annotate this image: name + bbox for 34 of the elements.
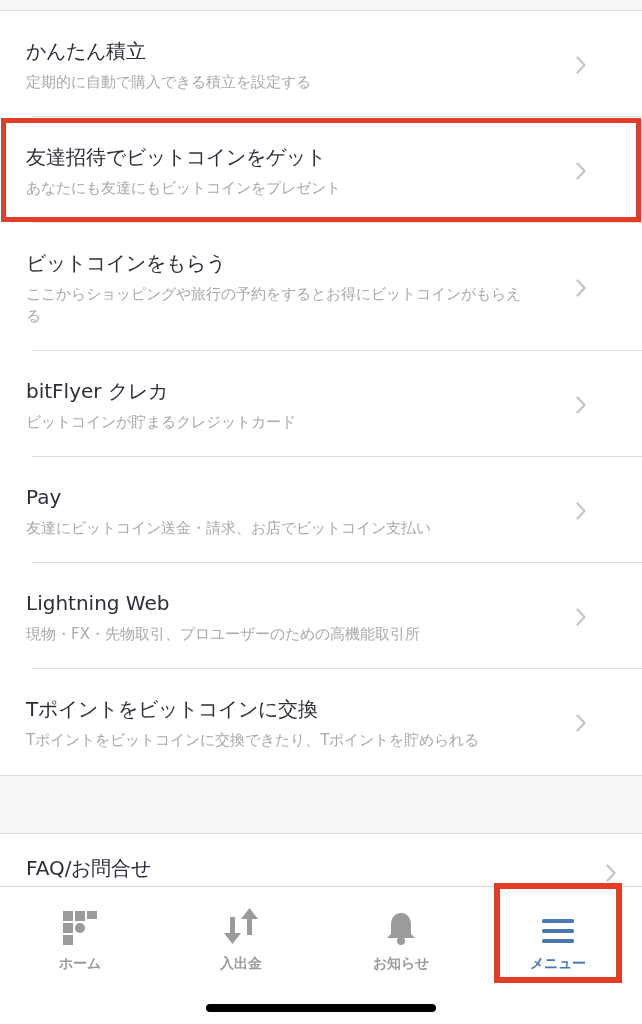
- home-icon: [63, 911, 98, 945]
- menu-item[interactable]: bitFlyer クレカ ビットコインが貯まるクレジットカード: [0, 351, 642, 457]
- item-title: ビットコインをもらう: [26, 250, 227, 277]
- chevron-icon: [576, 502, 586, 520]
- item-description: 友達にビットコイン送金・請求、お店でビットコイン支払い: [26, 518, 432, 539]
- item-description: 定期的に自動で購入できる積立を設定する: [26, 72, 312, 93]
- chevron-icon: [576, 56, 586, 74]
- chevron-icon: [606, 864, 616, 882]
- item-description: Tポイントをビットコインに交換できたり、Tポイントを貯められる: [26, 730, 481, 751]
- item-title: Tポイントをビットコインに交換: [26, 696, 320, 723]
- chevron-icon: [576, 714, 586, 732]
- chevron-icon: [576, 162, 586, 180]
- item-description: ビットコインが貯まるクレジットカード: [26, 412, 297, 433]
- item-title: Lightning Web: [26, 590, 171, 617]
- transfer-arrows-icon: [223, 907, 258, 945]
- menu-item[interactable]: ビットコインをもらう ここからショッピングや旅行の予約をするとお得にビットコインがもらえる: [0, 223, 642, 351]
- menu-item[interactable]: 友達招待でビットコインをゲット あなたにも友達にもビットコインをプレゼント: [0, 117, 642, 223]
- item-description: ここからショッピングや旅行の予約をするとお得にビットコインがもらえる: [26, 284, 522, 327]
- item-title: Pay: [26, 484, 63, 511]
- menu-icon: [541, 917, 574, 945]
- item-title: 友達招待でビットコインをゲット: [26, 144, 327, 171]
- item-description: 現物・FX・先物取引、プロユーザーのための高機能取引所: [26, 624, 421, 645]
- item-description: あなたにも友達にもビットコインをプレゼント: [26, 178, 342, 199]
- chevron-icon: [576, 396, 586, 414]
- tab-button[interactable]: メニュー: [497, 887, 618, 979]
- item-title[interactable]: FAQ/お問合せ: [26, 854, 606, 882]
- menu-item[interactable]: Pay 友達にビットコイン送金・請求、お店でビットコイン支払い: [0, 457, 642, 563]
- item-title: かんたん積立: [26, 38, 147, 65]
- menu-item[interactable]: かんたん積立 定期的に自動で購入できる積立を設定する: [0, 11, 642, 117]
- item-title: bitFlyer クレカ: [26, 378, 169, 405]
- bell-icon: [386, 911, 417, 945]
- chevron-icon: [576, 279, 586, 297]
- chevron-icon: [576, 608, 586, 626]
- menu-item[interactable]: Lightning Web 現物・FX・先物取引、プロユーザーのための高機能取引所: [0, 563, 642, 669]
